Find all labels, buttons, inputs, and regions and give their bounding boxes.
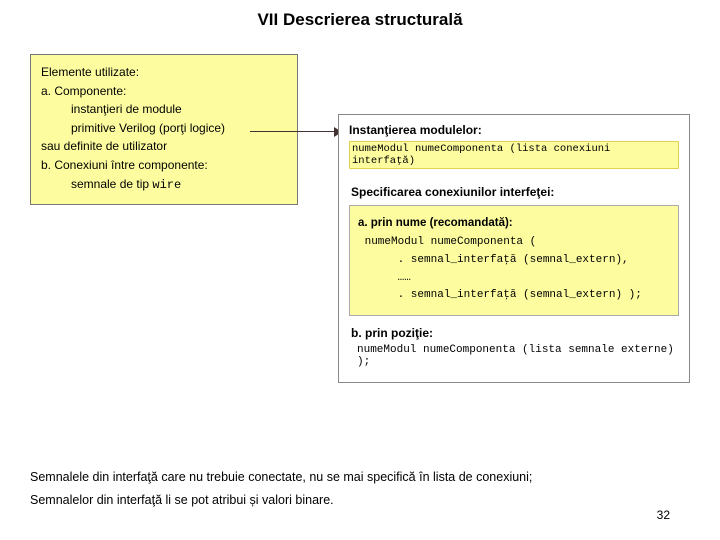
- instantiation-label: Instanţierea modulelor:: [349, 123, 679, 137]
- item-b1: semnale de tip wire: [41, 175, 287, 195]
- by-name-box: a. prin nume (recomandată): numeModul nu…: [349, 205, 679, 316]
- instantiation-syntax: numeModul numeComponenta (lista conexiun…: [349, 141, 679, 169]
- item-b: b. Conexiuni între componente:: [41, 156, 287, 175]
- elements-header: Elemente utilizate:: [41, 63, 287, 82]
- footer-line-2: Semnalelor din interfaţă li se pot atrib…: [30, 489, 680, 512]
- by-position-label: b. prin poziţie:: [351, 326, 679, 340]
- arrow-connector: [250, 126, 342, 138]
- slide-title: VII Descrierea structurală: [0, 0, 720, 36]
- code-line-2: . semnal_interfaţă (semnal_extern),: [358, 252, 670, 270]
- code-line-1: numeModul numeComponenta (: [358, 234, 670, 252]
- wire-keyword: wire: [152, 178, 181, 192]
- instantiation-box: Instanţierea modulelor: numeModul numeCo…: [338, 114, 690, 383]
- footer-line-1: Semnalele din interfaţă care nu trebuie …: [30, 466, 680, 489]
- item-a3: sau definite de utilizator: [41, 137, 287, 156]
- page-number: 32: [657, 508, 670, 522]
- code-line-3: ……: [358, 270, 670, 288]
- item-b1-text: semnale de tip: [71, 177, 152, 191]
- item-a: a. Componente:: [41, 82, 287, 101]
- arrow-line: [250, 131, 334, 132]
- code-line-4: . semnal_interfaţă (semnal_extern) );: [358, 287, 670, 305]
- spec-connections-label: Specificarea conexiunilor interfeţei:: [351, 185, 679, 199]
- by-name-header: a. prin nume (recomandată):: [358, 214, 670, 232]
- footer-notes: Semnalele din interfaţă care nu trebuie …: [30, 466, 680, 511]
- item-a1: instanţieri de module: [41, 100, 287, 119]
- by-position-code: numeModul numeComponenta (lista semnale …: [349, 344, 679, 368]
